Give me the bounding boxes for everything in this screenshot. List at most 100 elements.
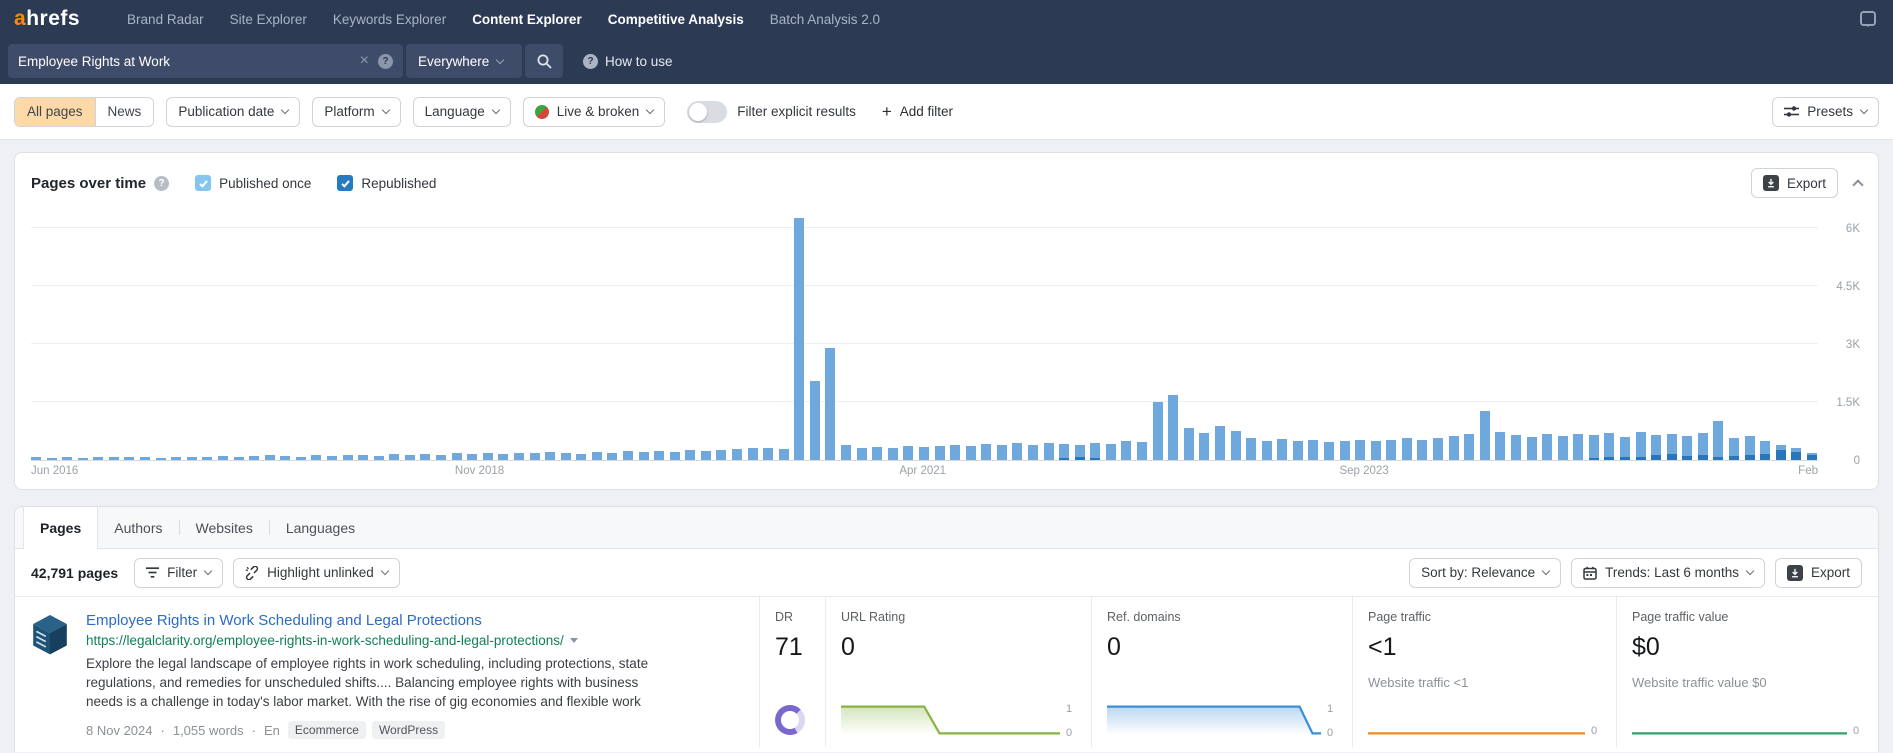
chart-bar[interactable]: [1308, 440, 1319, 460]
badge-wordpress[interactable]: WordPress: [371, 721, 446, 739]
chart-export-button[interactable]: Export: [1750, 168, 1838, 198]
chart-bar[interactable]: [280, 456, 291, 460]
url-dropdown-icon[interactable]: [569, 638, 578, 643]
trends-dropdown[interactable]: Trends: Last 6 months: [1571, 557, 1765, 588]
chart-bar[interactable]: [732, 449, 743, 460]
chart-bar[interactable]: [1074, 445, 1085, 460]
badge-ecommerce[interactable]: Ecommerce: [287, 721, 366, 739]
chart-bar[interactable]: [1495, 432, 1506, 460]
chart-bar[interactable]: [202, 457, 213, 460]
chart-bar[interactable]: [1542, 434, 1553, 460]
chart-bar[interactable]: [498, 454, 509, 460]
chart-bar[interactable]: [264, 455, 275, 460]
chart-bar[interactable]: [1292, 441, 1303, 460]
chart-bar[interactable]: [1588, 435, 1599, 460]
chart-bar[interactable]: [358, 455, 369, 460]
chart-bar[interactable]: [295, 457, 306, 460]
chart-bar[interactable]: [140, 457, 151, 460]
filter-button[interactable]: Filter: [134, 557, 224, 588]
chart-bar[interactable]: [1479, 411, 1490, 460]
presets-button[interactable]: Presets: [1772, 96, 1879, 127]
chart-bar[interactable]: [887, 448, 898, 460]
chart-bar[interactable]: [62, 457, 73, 460]
chart-bar[interactable]: [1401, 438, 1412, 460]
chart-bar[interactable]: [1121, 441, 1132, 460]
chart-bar[interactable]: [420, 454, 431, 460]
chart-bar[interactable]: [1012, 443, 1023, 460]
chart-bar[interactable]: [872, 447, 883, 460]
chart-bar[interactable]: [108, 457, 119, 460]
chart-bar[interactable]: [1775, 445, 1786, 460]
chart-bar[interactable]: [1043, 443, 1054, 460]
chart-bar[interactable]: [950, 445, 961, 460]
chart-bar[interactable]: [1090, 443, 1101, 460]
chart-bar[interactable]: [482, 453, 493, 460]
chart-bar[interactable]: [404, 455, 415, 460]
checkbox-icon[interactable]: [195, 175, 212, 191]
search-button[interactable]: [525, 44, 563, 78]
chart-bar[interactable]: [171, 457, 182, 460]
chart-bar[interactable]: [451, 453, 462, 460]
tab-authors[interactable]: Authors: [98, 507, 178, 548]
search-input[interactable]: Employee Rights at Work × ?: [8, 44, 403, 78]
nav-item-batch-analysis-2-0[interactable]: Batch Analysis 2.0: [757, 12, 893, 27]
chart-bar[interactable]: [31, 457, 41, 460]
tab-languages[interactable]: Languages: [270, 507, 371, 548]
nav-item-site-explorer[interactable]: Site Explorer: [217, 12, 320, 27]
ahrefs-logo[interactable]: ahrefs: [14, 7, 80, 31]
chart-bar[interactable]: [1573, 434, 1584, 460]
chart-bar[interactable]: [529, 453, 540, 460]
sort-by-dropdown[interactable]: Sort by: Relevance: [1409, 557, 1562, 588]
chart-bar[interactable]: [1697, 433, 1708, 460]
chart-bar[interactable]: [856, 448, 867, 460]
chart-bar[interactable]: [1339, 441, 1350, 460]
nav-item-keywords-explorer[interactable]: Keywords Explorer: [320, 12, 459, 27]
chart-bar[interactable]: [965, 446, 976, 460]
chart-bar[interactable]: [1557, 436, 1568, 460]
chart-bar[interactable]: [1526, 437, 1537, 460]
chart-bar[interactable]: [1448, 436, 1459, 460]
chart-bar[interactable]: [1760, 441, 1771, 460]
segment-all-pages[interactable]: All pages: [15, 97, 95, 126]
chart-bar[interactable]: [1230, 431, 1241, 460]
chart-bar[interactable]: [1713, 421, 1724, 460]
chart-bar[interactable]: [1729, 438, 1740, 460]
chart-bar[interactable]: [1277, 439, 1288, 460]
nav-item-content-explorer[interactable]: Content Explorer: [459, 12, 595, 27]
chart-bar[interactable]: [716, 450, 727, 460]
chart-bar[interactable]: [389, 454, 400, 460]
chart-bar[interactable]: [155, 458, 166, 460]
chart-bar[interactable]: [638, 452, 649, 460]
chart-plot[interactable]: [31, 205, 1818, 461]
help-icon[interactable]: ?: [154, 175, 170, 191]
chart-bar[interactable]: [1510, 435, 1521, 460]
chart-bar[interactable]: [1666, 434, 1677, 460]
chart-bar[interactable]: [217, 456, 228, 460]
chart-bar[interactable]: [700, 451, 711, 460]
chart-bar[interactable]: [186, 457, 197, 460]
chart-bar[interactable]: [1604, 433, 1615, 460]
chart-bar[interactable]: [747, 448, 758, 460]
chart-bar[interactable]: [1417, 440, 1428, 460]
chart-bar[interactable]: [1464, 434, 1475, 460]
language-dropdown[interactable]: Language: [412, 96, 511, 127]
chart-bar[interactable]: [622, 451, 633, 460]
chart-bar[interactable]: [1183, 428, 1194, 460]
chart-bar[interactable]: [1635, 432, 1646, 460]
collapse-chart-icon[interactable]: [1852, 179, 1864, 191]
publication-date-dropdown[interactable]: Publication date: [166, 96, 301, 127]
chart-bar[interactable]: [1323, 442, 1334, 460]
chart-bar[interactable]: [1105, 444, 1116, 460]
chart-bar[interactable]: [436, 455, 447, 460]
toggle-switch[interactable]: [687, 100, 728, 123]
chart-bar[interactable]: [513, 453, 524, 460]
checkbox-icon[interactable]: [337, 175, 354, 191]
add-filter-button[interactable]: + Add filter: [882, 103, 953, 120]
chart-bar[interactable]: [93, 457, 104, 460]
scope-dropdown[interactable]: Everywhere: [406, 44, 522, 78]
nav-item-brand-radar[interactable]: Brand Radar: [114, 12, 217, 27]
chart-bar[interactable]: [1355, 440, 1366, 460]
how-to-use-link[interactable]: ? How to use: [583, 53, 673, 69]
chart-bar[interactable]: [560, 453, 571, 460]
chart-bar[interactable]: [918, 447, 929, 460]
